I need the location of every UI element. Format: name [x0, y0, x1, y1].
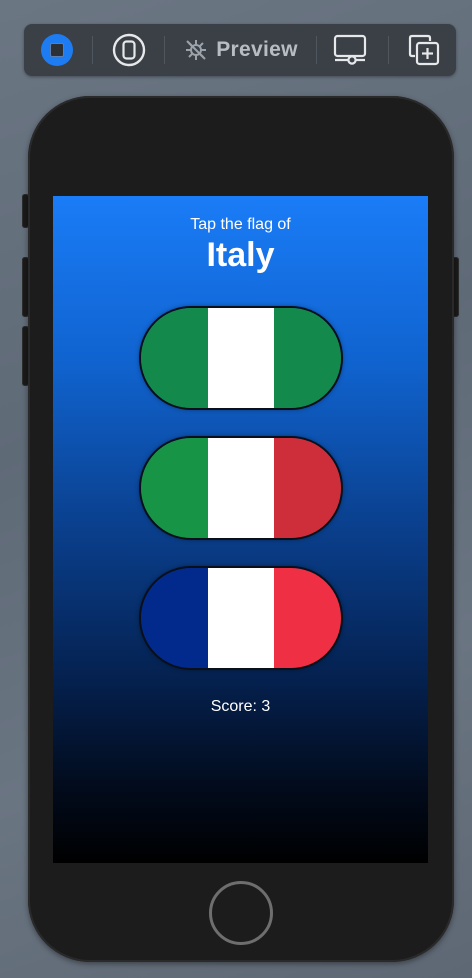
- display-settings-button[interactable]: [330, 24, 370, 76]
- flag-stripe: [207, 308, 275, 408]
- toolbar-divider: [388, 36, 389, 64]
- display-settings-icon: [333, 34, 367, 65]
- app-screen: Tap the flag of Italy Score: 3: [53, 196, 428, 863]
- country-name: Italy: [206, 236, 275, 274]
- flag-stripe: [207, 568, 275, 668]
- flag-stripe: [141, 438, 208, 538]
- home-button[interactable]: [209, 881, 273, 945]
- duplicate-preview-button[interactable]: [404, 24, 444, 76]
- flag-option-3[interactable]: [141, 568, 341, 668]
- prompt-text: Tap the flag of: [190, 216, 291, 233]
- toolbar-divider: [92, 36, 93, 64]
- flag-option-2[interactable]: [141, 438, 341, 538]
- preview-pin-icon: [186, 40, 207, 60]
- toolbar-divider: [316, 36, 317, 64]
- flag-stripe: [274, 438, 341, 538]
- toolbar-divider: [164, 36, 165, 64]
- score-label: Score: 3: [210, 698, 271, 715]
- flag-stripe: [141, 568, 208, 668]
- preview-toolbar: Preview: [24, 24, 456, 76]
- flag-stripe: [207, 438, 275, 538]
- flag-stripe: [141, 308, 208, 408]
- live-preview-button[interactable]: [40, 24, 74, 76]
- live-preview-icon: [41, 34, 73, 66]
- preview-label: Preview: [216, 38, 298, 61]
- flag-stripe: [274, 568, 341, 668]
- device-icon: [112, 33, 146, 67]
- duplicate-icon: [408, 34, 440, 66]
- flag-stripe: [274, 308, 341, 408]
- pin-preview-button[interactable]: Preview: [176, 24, 306, 76]
- device-selector-button[interactable]: [112, 24, 146, 76]
- flag-option-1[interactable]: [141, 308, 341, 408]
